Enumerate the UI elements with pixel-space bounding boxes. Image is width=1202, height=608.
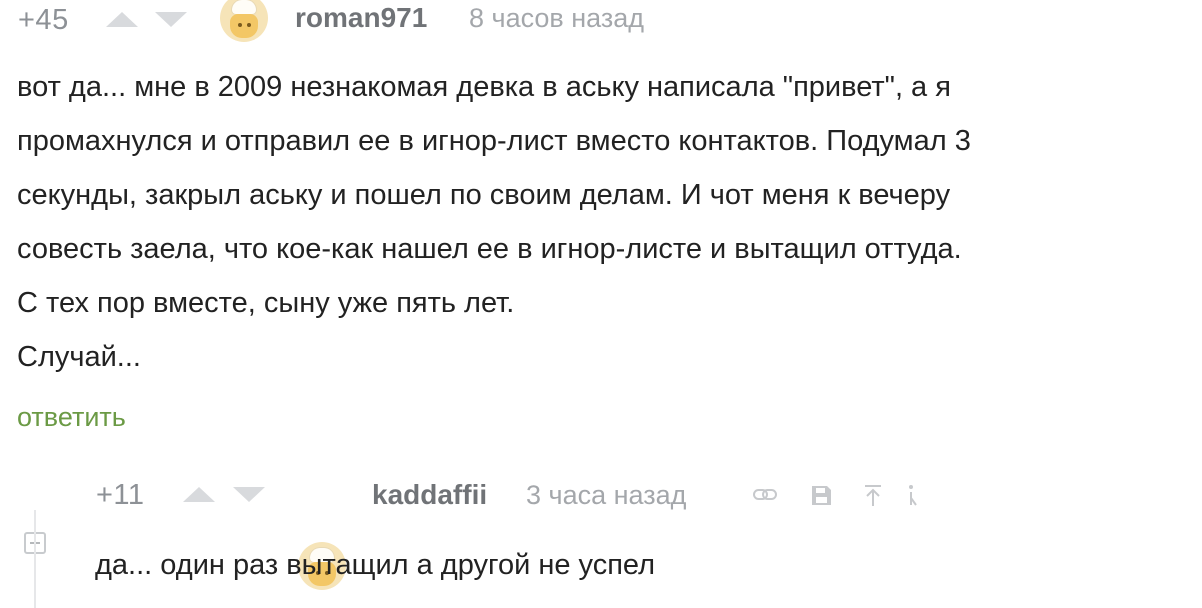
downvote-arrow-icon[interactable]	[155, 12, 187, 27]
downvote-arrow-icon[interactable]	[233, 487, 265, 502]
comment-line: совесть заела, что кое-как нашел ее в иг…	[17, 233, 962, 265]
reply-username[interactable]: kaddaffii	[372, 479, 487, 511]
thread-line[interactable]	[34, 510, 36, 608]
more-icon[interactable]	[902, 481, 922, 516]
upvote-arrow-icon[interactable]	[106, 12, 138, 27]
arrow-to-top-icon[interactable]	[858, 481, 888, 516]
comment-body: вот да... мне в 2009 незнакомая девка в …	[17, 60, 1197, 384]
comment-line: промахнулся и отправил ее в игнор-лист в…	[17, 125, 971, 157]
save-icon[interactable]	[806, 481, 836, 516]
comment-line: секунды, закрыл аську и пошел по своим д…	[17, 179, 951, 211]
reply-button[interactable]: ответить	[17, 402, 126, 433]
comment-username[interactable]: roman971	[295, 2, 427, 34]
comment-line: да... один раз вытащил а другой не успел	[95, 549, 656, 581]
comment-line: С тех пор вместе, сыну уже пять лет.	[17, 287, 515, 319]
comment-rating: +45	[18, 3, 69, 36]
comment-time[interactable]: 8 часов назад	[469, 3, 644, 34]
reply-time[interactable]: 3 часа назад	[526, 480, 686, 511]
upvote-arrow-icon[interactable]	[183, 487, 215, 502]
avatar[interactable]	[220, 0, 268, 42]
comment-header: +45	[18, 2, 69, 38]
reply-body: да... один раз вытащил а другой не успел	[95, 538, 1195, 592]
comment-line: вот да... мне в 2009 незнакомая девка в …	[17, 71, 951, 103]
comment-line: Случай...	[17, 341, 141, 373]
link-icon[interactable]	[750, 481, 780, 516]
reply-rating: +11	[96, 479, 145, 511]
